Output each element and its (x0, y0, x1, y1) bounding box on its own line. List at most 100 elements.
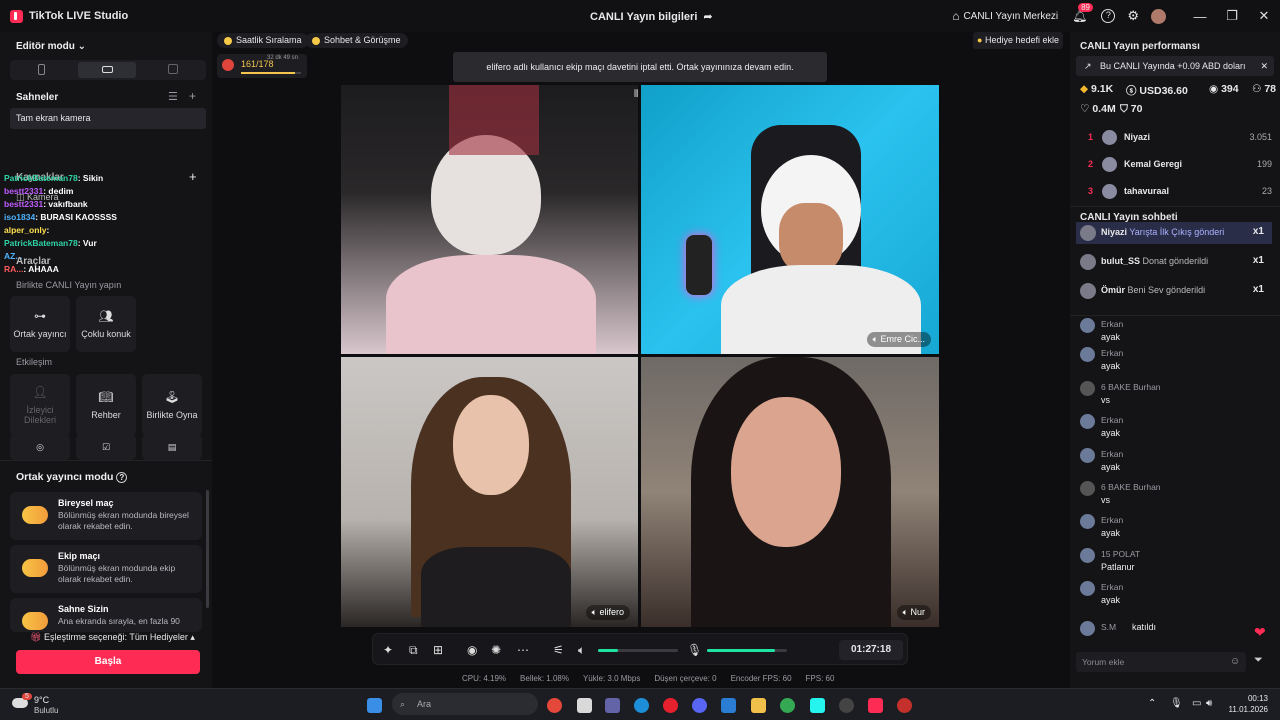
performance-stats: CPU: 4.19% Bellek: 1.08% Yükle: 3.0 Mbps… (462, 674, 834, 683)
video-tile-1[interactable] (341, 85, 638, 354)
record-icon[interactable]: ◉ (467, 643, 477, 657)
gift-user: bulut_SS (1101, 256, 1141, 266)
portrait-layout-icon[interactable] (38, 64, 45, 75)
help-icon[interactable]: ? (1101, 9, 1116, 23)
message-text: katıldı (1132, 622, 1157, 632)
viewer-requests-tile[interactable]: 👤︎ İzleyici Dilekleri (10, 374, 70, 436)
landscape-layout-icon (102, 66, 113, 73)
scene-item[interactable]: Tam ekran kamera (10, 108, 206, 129)
solo-match-card[interactable]: Bireysel maç Bölünmüş ekran modunda bire… (10, 492, 202, 540)
speaker-volume-slider[interactable] (598, 649, 678, 652)
tiktok-studio-icon[interactable] (810, 698, 825, 713)
emoji-icon[interactable]: ☺ (1230, 656, 1240, 667)
ranking-row[interactable]: 1 Niyazi 3.051 (1084, 128, 1272, 148)
tray-chevron-icon[interactable]: ⌃ (1148, 698, 1156, 709)
flip-layout-icon[interactable] (168, 64, 178, 74)
ranking-icon (224, 36, 232, 45)
multi-guest-tile[interactable]: 👥︎ Çoklu konuk (76, 296, 136, 352)
tile-row3-2[interactable]: ☑ (76, 434, 136, 460)
settings-gear-icon[interactable]: ⚙ (1127, 8, 1139, 24)
screen-share-icon[interactable]: ⧉ (409, 643, 418, 658)
more-icon[interactable]: ⋯ (517, 643, 529, 657)
tile-row3-3[interactable]: ▤ (142, 434, 202, 460)
chevron-down-icon: ⌄ (77, 41, 87, 52)
stage-card[interactable]: Sahne Sizin Ana ekranda sırayla, en fazl… (10, 598, 202, 632)
match-option-dropdown[interactable]: 🎁︎ Eşleştirme seçeneği: Tüm Hediyeler ▴ (30, 632, 195, 643)
gift-count: x1 (1252, 255, 1264, 266)
avatar[interactable] (1151, 8, 1166, 24)
co-host-tile[interactable]: ⊶ Ortak yayıncı (10, 296, 70, 352)
magic-wand-icon[interactable]: ✦ (383, 643, 393, 657)
ranking-row[interactable]: 3 tahavuraal 23 (1084, 182, 1272, 202)
target-icon: ◎ (36, 441, 44, 452)
guide-tile[interactable]: 📖︎ Rehber (76, 374, 136, 436)
chrome-icon[interactable] (547, 698, 562, 713)
mic-tray-icon[interactable]: 🎙︎ (1170, 698, 1183, 709)
message-text: ayak (1101, 462, 1121, 472)
maximize-icon[interactable]: ❐ (1216, 8, 1248, 24)
live-center-link[interactable]: CANLI Yayın Merkezi (963, 11, 1058, 22)
mail-icon[interactable] (721, 698, 736, 713)
list-icon[interactable]: ☰ (168, 90, 178, 103)
face (453, 395, 529, 495)
ranking-row[interactable]: 2 Kemal Geregi 199 (1084, 155, 1272, 175)
guest-name-2: Emre Cic... (880, 334, 925, 344)
play-together-tile[interactable]: 🕹︎ Birlikte Oyna (142, 374, 202, 436)
editor-mode-dropdown[interactable]: Editör modu ⌄ (16, 41, 86, 52)
explorer-icon[interactable] (751, 698, 766, 713)
chrome-2-icon[interactable] (780, 698, 795, 713)
video-tile-2[interactable]: 🔈︎ Emre Cic... (641, 85, 939, 354)
home-icon[interactable]: ⌂ (952, 9, 959, 23)
goal-progress-widget[interactable]: 161/178 32 dk 49 sn (217, 54, 307, 78)
scrollbar[interactable] (206, 490, 209, 608)
close-icon[interactable]: ✕ (1248, 8, 1280, 24)
filter-icon[interactable]: ⏷ (1254, 654, 1263, 667)
chat-meet-pill[interactable]: Sohbet & Görüşme (305, 33, 408, 48)
mic-volume-slider[interactable] (707, 649, 787, 652)
avatar (1102, 184, 1117, 199)
windows-start-icon[interactable] (367, 698, 382, 713)
live-info-button[interactable]: CANLI Yayın bilgileri ➦ (590, 10, 713, 24)
file-icon[interactable] (577, 698, 592, 713)
microphone-icon[interactable]: 🎙︎ (687, 643, 702, 657)
effects-icon[interactable]: ✺ (491, 643, 501, 657)
editor-mode-label: Editör modu (16, 41, 75, 52)
progress-timer: 32 dk 49 sn (267, 55, 299, 61)
comment-input[interactable]: Yorum ekle (1076, 652, 1246, 672)
app-icon[interactable] (839, 698, 854, 713)
tile-row3-1[interactable]: ◎ (10, 434, 70, 460)
bell-icon[interactable]: 🔔︎ 89 (1072, 3, 1094, 23)
tools-title: Araçlar (16, 256, 51, 267)
add-media-icon[interactable]: ⊞ (433, 643, 443, 657)
display-icon[interactable]: ▭ (1192, 698, 1201, 709)
volume-icon[interactable]: 🔊︎ (1206, 698, 1212, 709)
clock[interactable]: 00:13 11.01.2026 (1229, 693, 1268, 715)
speaker-icon[interactable]: 🔈︎ (578, 643, 585, 658)
video-tile-4[interactable]: 🔈︎ Nur (641, 357, 939, 627)
info-icon[interactable]: ? (116, 472, 128, 483)
multi-guest-icon: 👥︎ (98, 309, 114, 323)
coins-stat: ◆ 9.1K (1080, 83, 1113, 95)
tiktok-icon[interactable] (868, 698, 883, 713)
youtube-icon[interactable] (897, 698, 912, 713)
taskbar-search[interactable]: ⌕ Ara (392, 693, 538, 715)
opera-icon[interactable] (663, 698, 678, 713)
minimize-icon[interactable]: — (1184, 9, 1216, 24)
close-banner-icon[interactable]: ✕ (1260, 56, 1268, 76)
avatar (1080, 548, 1095, 563)
add-source-icon[interactable]: + (189, 169, 197, 184)
edge-icon[interactable] (634, 698, 649, 713)
weather-temp: 9°C (34, 695, 50, 705)
video-tile-3[interactable]: 🔈︎ elifero (341, 357, 638, 627)
hourly-ranking-pill[interactable]: Saatlik Sıralama (217, 33, 309, 48)
add-scene-icon[interactable]: + (189, 89, 196, 103)
teams-icon[interactable] (605, 698, 620, 713)
gift-row: Niyazi Yarışta İlk Çıkış gönderi x1 (1076, 222, 1272, 244)
performance-title: CANLI Yayın performansı (1080, 41, 1200, 52)
team-match-card[interactable]: Ekip maçı Bölünmüş ekran modunda ekip ol… (10, 545, 202, 593)
start-button[interactable]: Başla (16, 650, 200, 674)
discord-icon[interactable] (692, 698, 707, 713)
adjust-icon[interactable]: ⚟ (553, 643, 564, 657)
gift-goal-button[interactable]: ● Hediye hedefi ekle (973, 32, 1064, 49)
person-shirt (386, 255, 596, 354)
